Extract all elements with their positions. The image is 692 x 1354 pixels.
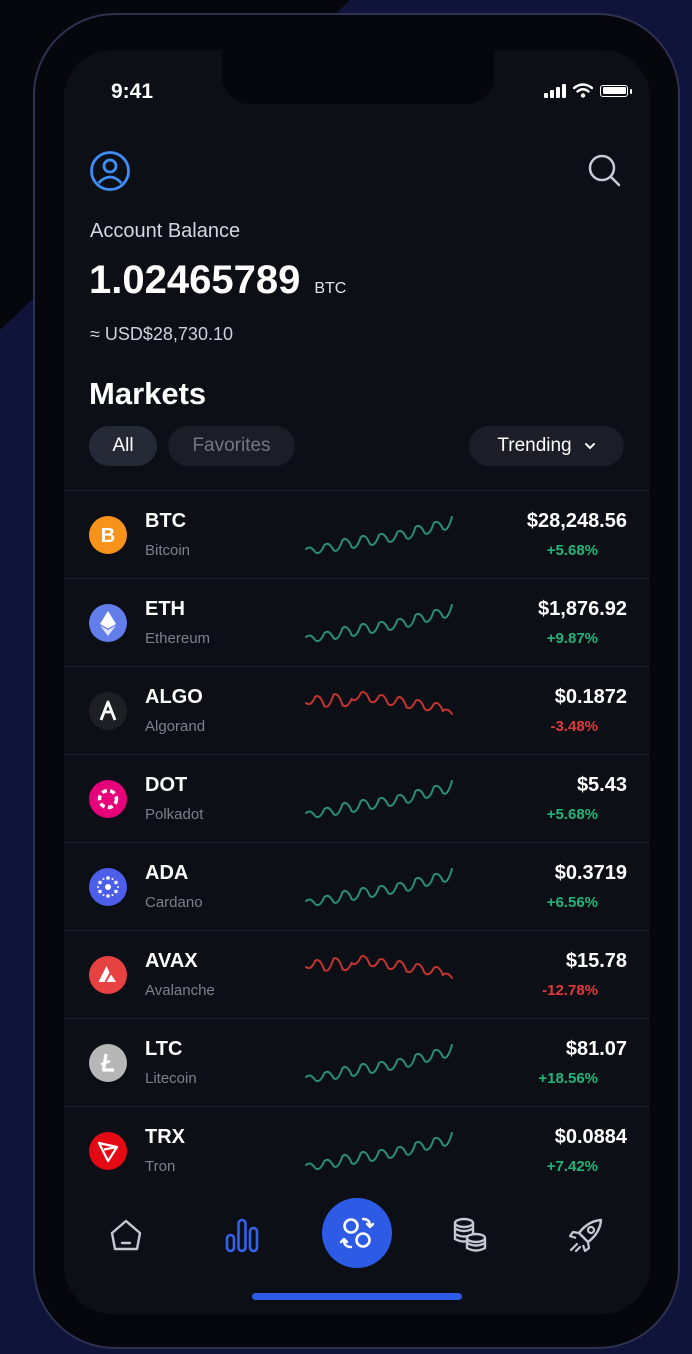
coin-price: $1,876.92 bbox=[538, 598, 627, 620]
account-balance-label: Account Balance bbox=[90, 220, 241, 242]
coin-name: Avalanche bbox=[145, 982, 215, 999]
svg-text:B: B bbox=[101, 525, 115, 547]
litecoin-icon bbox=[89, 1044, 127, 1082]
coin-row-btc[interactable]: B BTC Bitcoin $28,248.56 +5.68% bbox=[64, 490, 650, 578]
sparkline bbox=[305, 1132, 453, 1171]
sparkline-path bbox=[305, 691, 453, 715]
coin-symbol: ALGO bbox=[145, 686, 203, 708]
phone-screen: 9:41 Account Balance 1.02465789 BTC ≈ US… bbox=[64, 50, 650, 1314]
coins-stack-icon[interactable] bbox=[448, 1213, 492, 1257]
sparkline-path bbox=[305, 780, 453, 819]
status-icons bbox=[544, 83, 632, 98]
ethereum-icon bbox=[89, 604, 127, 642]
wifi-icon bbox=[573, 83, 593, 98]
balance-unit: BTC bbox=[314, 280, 347, 297]
coin-symbol: AVAX bbox=[145, 950, 198, 972]
sparkline bbox=[305, 691, 453, 715]
sparkline-path bbox=[305, 955, 453, 979]
markets-title: Markets bbox=[89, 376, 207, 411]
coin-row-algo[interactable]: ALGO Algorand $0.1872 -3.48% bbox=[64, 666, 650, 754]
coin-row-dot[interactable]: DOT Polkadot $5.43 +5.68% bbox=[64, 754, 650, 842]
coin-symbol: ETH bbox=[145, 598, 185, 620]
coin-name: Bitcoin bbox=[145, 542, 191, 559]
search-icon[interactable] bbox=[584, 150, 624, 190]
coin-change: +7.42% bbox=[546, 1158, 598, 1175]
sparkline bbox=[305, 955, 453, 979]
status-time: 9:41 bbox=[111, 80, 154, 103]
battery-icon bbox=[600, 84, 632, 97]
sparkline bbox=[305, 604, 453, 643]
signal-icon bbox=[544, 83, 566, 98]
coin-change: +6.56% bbox=[546, 894, 598, 911]
coin-name: Tron bbox=[145, 1158, 176, 1175]
coin-change: +18.56% bbox=[538, 1070, 598, 1087]
home-indicator bbox=[252, 1293, 462, 1300]
coin-name: Polkadot bbox=[145, 806, 204, 823]
coin-name: Ethereum bbox=[145, 630, 211, 647]
balance-value: 1.02465789 bbox=[89, 258, 301, 302]
coin-change: -3.48% bbox=[550, 718, 598, 735]
sort-label: Trending bbox=[497, 435, 572, 456]
profile-avatar-icon[interactable] bbox=[89, 150, 131, 192]
account-balance-amount: 1.02465789 BTC bbox=[89, 258, 346, 303]
cardano-icon bbox=[89, 868, 127, 906]
sparkline bbox=[305, 868, 453, 907]
exchange-icon[interactable] bbox=[322, 1198, 392, 1268]
sparkline bbox=[305, 1044, 453, 1083]
algorand-icon bbox=[89, 692, 127, 730]
sparkline bbox=[305, 516, 453, 555]
coin-price: $0.0884 bbox=[554, 1126, 627, 1148]
sparkline-path bbox=[305, 604, 453, 643]
coin-symbol: TRX bbox=[145, 1126, 185, 1148]
chevron-down-icon bbox=[584, 443, 595, 450]
coin-price: $5.43 bbox=[576, 774, 627, 796]
sparkline-path bbox=[305, 1132, 453, 1171]
sparkline-path bbox=[305, 1044, 453, 1083]
coin-change: -12.78% bbox=[542, 982, 598, 999]
coin-row-ada[interactable]: ADA Cardano $0.3719 +6.56% bbox=[64, 842, 650, 930]
coin-price: $81.07 bbox=[565, 1038, 627, 1060]
rocket-icon[interactable] bbox=[564, 1213, 608, 1257]
sparkline bbox=[305, 780, 453, 819]
coin-symbol: DOT bbox=[145, 774, 188, 796]
home-icon[interactable] bbox=[104, 1213, 148, 1257]
coin-price: $15.78 bbox=[565, 950, 627, 972]
bottom-tab-bar bbox=[64, 1180, 650, 1280]
coin-symbol: BTC bbox=[145, 510, 187, 532]
coin-symbol: ADA bbox=[145, 862, 189, 884]
coin-change: +5.68% bbox=[546, 806, 598, 823]
bitcoin-icon: B bbox=[89, 516, 127, 554]
coin-row-eth[interactable]: ETH Ethereum $1,876.92 +9.87% bbox=[64, 578, 650, 666]
filter-all-tab[interactable]: All bbox=[89, 426, 157, 466]
filter-favorites-tab[interactable]: Favorites bbox=[168, 426, 295, 466]
coin-name: Litecoin bbox=[145, 1070, 197, 1087]
balance-usd-equivalent: ≈ USD$28,730.10 bbox=[90, 324, 233, 344]
sort-trending-dropdown[interactable]: Trending bbox=[469, 426, 624, 466]
coin-price: $0.3719 bbox=[554, 862, 627, 884]
coin-row-ltc[interactable]: LTC Litecoin $81.07 +18.56% bbox=[64, 1018, 650, 1106]
tron-icon bbox=[89, 1132, 127, 1170]
coin-symbol: LTC bbox=[145, 1038, 183, 1060]
coin-name: Cardano bbox=[145, 894, 203, 911]
polkadot-icon bbox=[89, 780, 127, 818]
coin-name: Algorand bbox=[145, 718, 206, 735]
coin-price: $0.1872 bbox=[554, 686, 627, 708]
avalanche-icon bbox=[89, 956, 127, 994]
coin-price: $28,248.56 bbox=[526, 510, 627, 532]
coin-change: +5.68% bbox=[546, 542, 598, 559]
sparkline-path bbox=[305, 868, 453, 907]
markets-chart-icon[interactable] bbox=[220, 1213, 264, 1257]
coin-list: B BTC Bitcoin $28,248.56 +5.68% ETH Ethe… bbox=[64, 490, 650, 1194]
coin-change: +9.87% bbox=[546, 630, 598, 647]
sparkline-path bbox=[305, 516, 453, 555]
notch bbox=[222, 50, 494, 104]
coin-row-avax[interactable]: AVAX Avalanche $15.78 -12.78% bbox=[64, 930, 650, 1018]
